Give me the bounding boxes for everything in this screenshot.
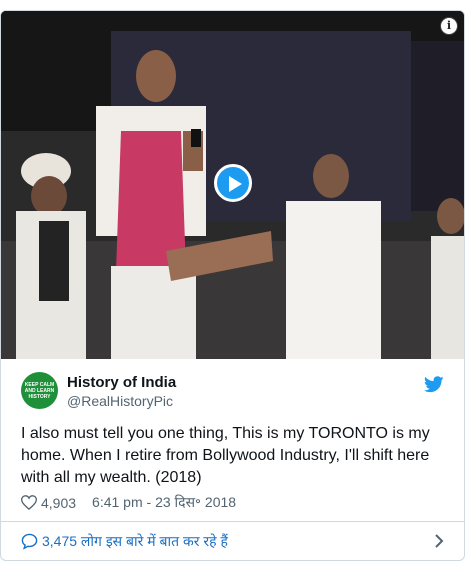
like-count[interactable]: 4,903	[41, 495, 76, 511]
heart-icon[interactable]	[21, 495, 37, 510]
tweet-card: i KEEP CALM AND LEARN HISTORY History of…	[0, 10, 465, 561]
tweet-text: I also must tell you one thing, This is …	[21, 425, 430, 486]
tweet-header: KEEP CALM AND LEARN HISTORY History of I…	[21, 372, 446, 412]
speech-bubble-icon	[21, 533, 38, 550]
author-handle[interactable]: @RealHistoryPic	[67, 393, 173, 409]
replies-text[interactable]: 3,475 लोग इस बारे में बात कर रहे हैं	[42, 532, 228, 551]
chevron-right-icon[interactable]	[434, 534, 444, 548]
avatar-text: KEEP CALM AND LEARN HISTORY	[24, 381, 55, 400]
tweet-meta: 4,903 6:41 pm - 23 दिस॰ 2018	[21, 493, 236, 512]
replies-link[interactable]: 3,475 लोग इस बारे में बात कर रहे हैं	[1, 522, 464, 560]
info-icon[interactable]: i	[440, 17, 458, 35]
author-name[interactable]: History of India	[67, 374, 176, 391]
timestamp[interactable]: 6:41 pm - 23 दिस॰ 2018	[92, 493, 236, 512]
play-button[interactable]	[214, 164, 252, 202]
video-player[interactable]: i	[1, 11, 464, 359]
play-icon	[229, 176, 242, 192]
avatar[interactable]: KEEP CALM AND LEARN HISTORY	[21, 372, 58, 409]
twitter-bird-icon[interactable]	[424, 376, 444, 393]
